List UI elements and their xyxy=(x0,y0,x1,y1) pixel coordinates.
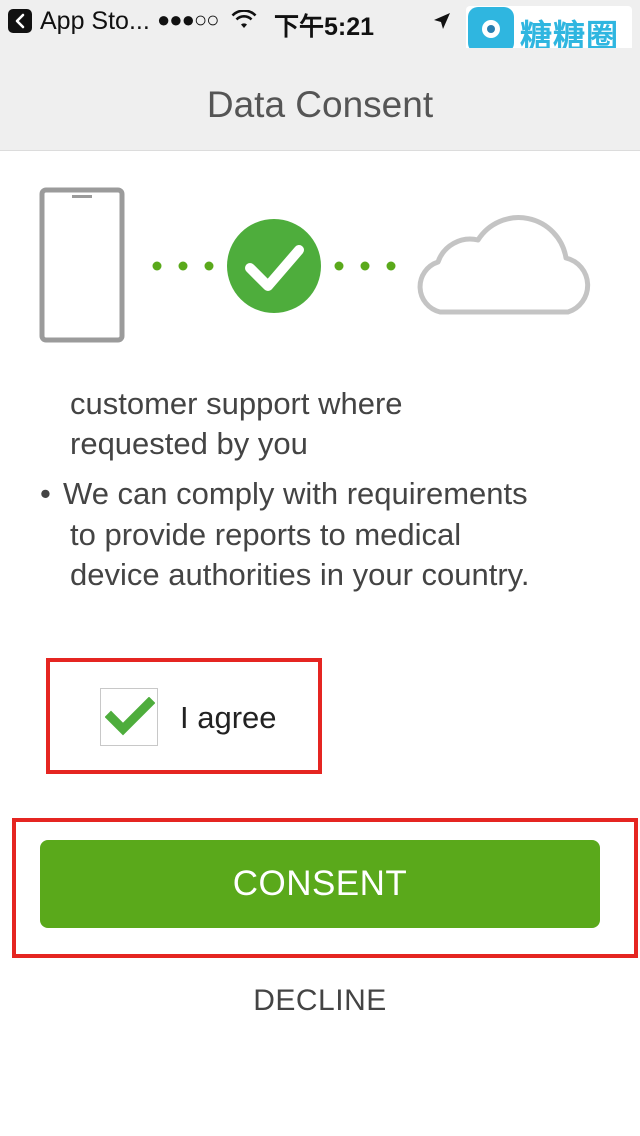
decline-button[interactable]: DECLINE xyxy=(0,984,640,1018)
signal-indicator: ●●●○○ xyxy=(157,7,219,32)
sync-illustration xyxy=(39,187,591,343)
back-app-label[interactable]: App Sto... xyxy=(40,7,150,36)
bullet-marker: • xyxy=(40,476,51,511)
watermark-logo: 糖糖圈 xyxy=(466,6,632,55)
consent-text-line: to provide reports to medical xyxy=(70,517,462,552)
consent-text-line: customer support where xyxy=(70,388,403,421)
cloud-icon xyxy=(417,215,591,315)
consent-text-line: device authorities in your country. xyxy=(70,557,530,592)
logo-mascot-icon xyxy=(468,7,514,53)
navigation-bar: Data Consent xyxy=(0,48,640,151)
consent-text-scroll[interactable]: customer support where requested by you … xyxy=(0,388,640,610)
clock-time: 下午5:21 xyxy=(274,13,375,41)
chevron-left-icon xyxy=(15,13,25,29)
consent-button[interactable]: CONSENT xyxy=(40,840,600,928)
back-to-app-chip[interactable] xyxy=(8,9,32,33)
dots-left xyxy=(152,261,214,271)
agree-checkbox[interactable] xyxy=(100,688,158,746)
dots-right xyxy=(334,261,396,271)
phone-icon xyxy=(39,187,125,343)
checkmark-icon xyxy=(105,697,155,736)
consent-text-line: requested by you xyxy=(70,426,308,461)
page-title: Data Consent xyxy=(206,84,434,125)
checkmark-circle-icon xyxy=(227,219,321,313)
consent-text-line: We can comply with requirements xyxy=(63,476,528,511)
agree-label[interactable]: I agree xyxy=(180,700,277,736)
wifi-icon xyxy=(231,10,257,28)
status-bar: App Sto... ●●●○○ 下午5:21 糖糖圈 xyxy=(0,0,640,55)
location-arrow-icon xyxy=(434,13,450,29)
